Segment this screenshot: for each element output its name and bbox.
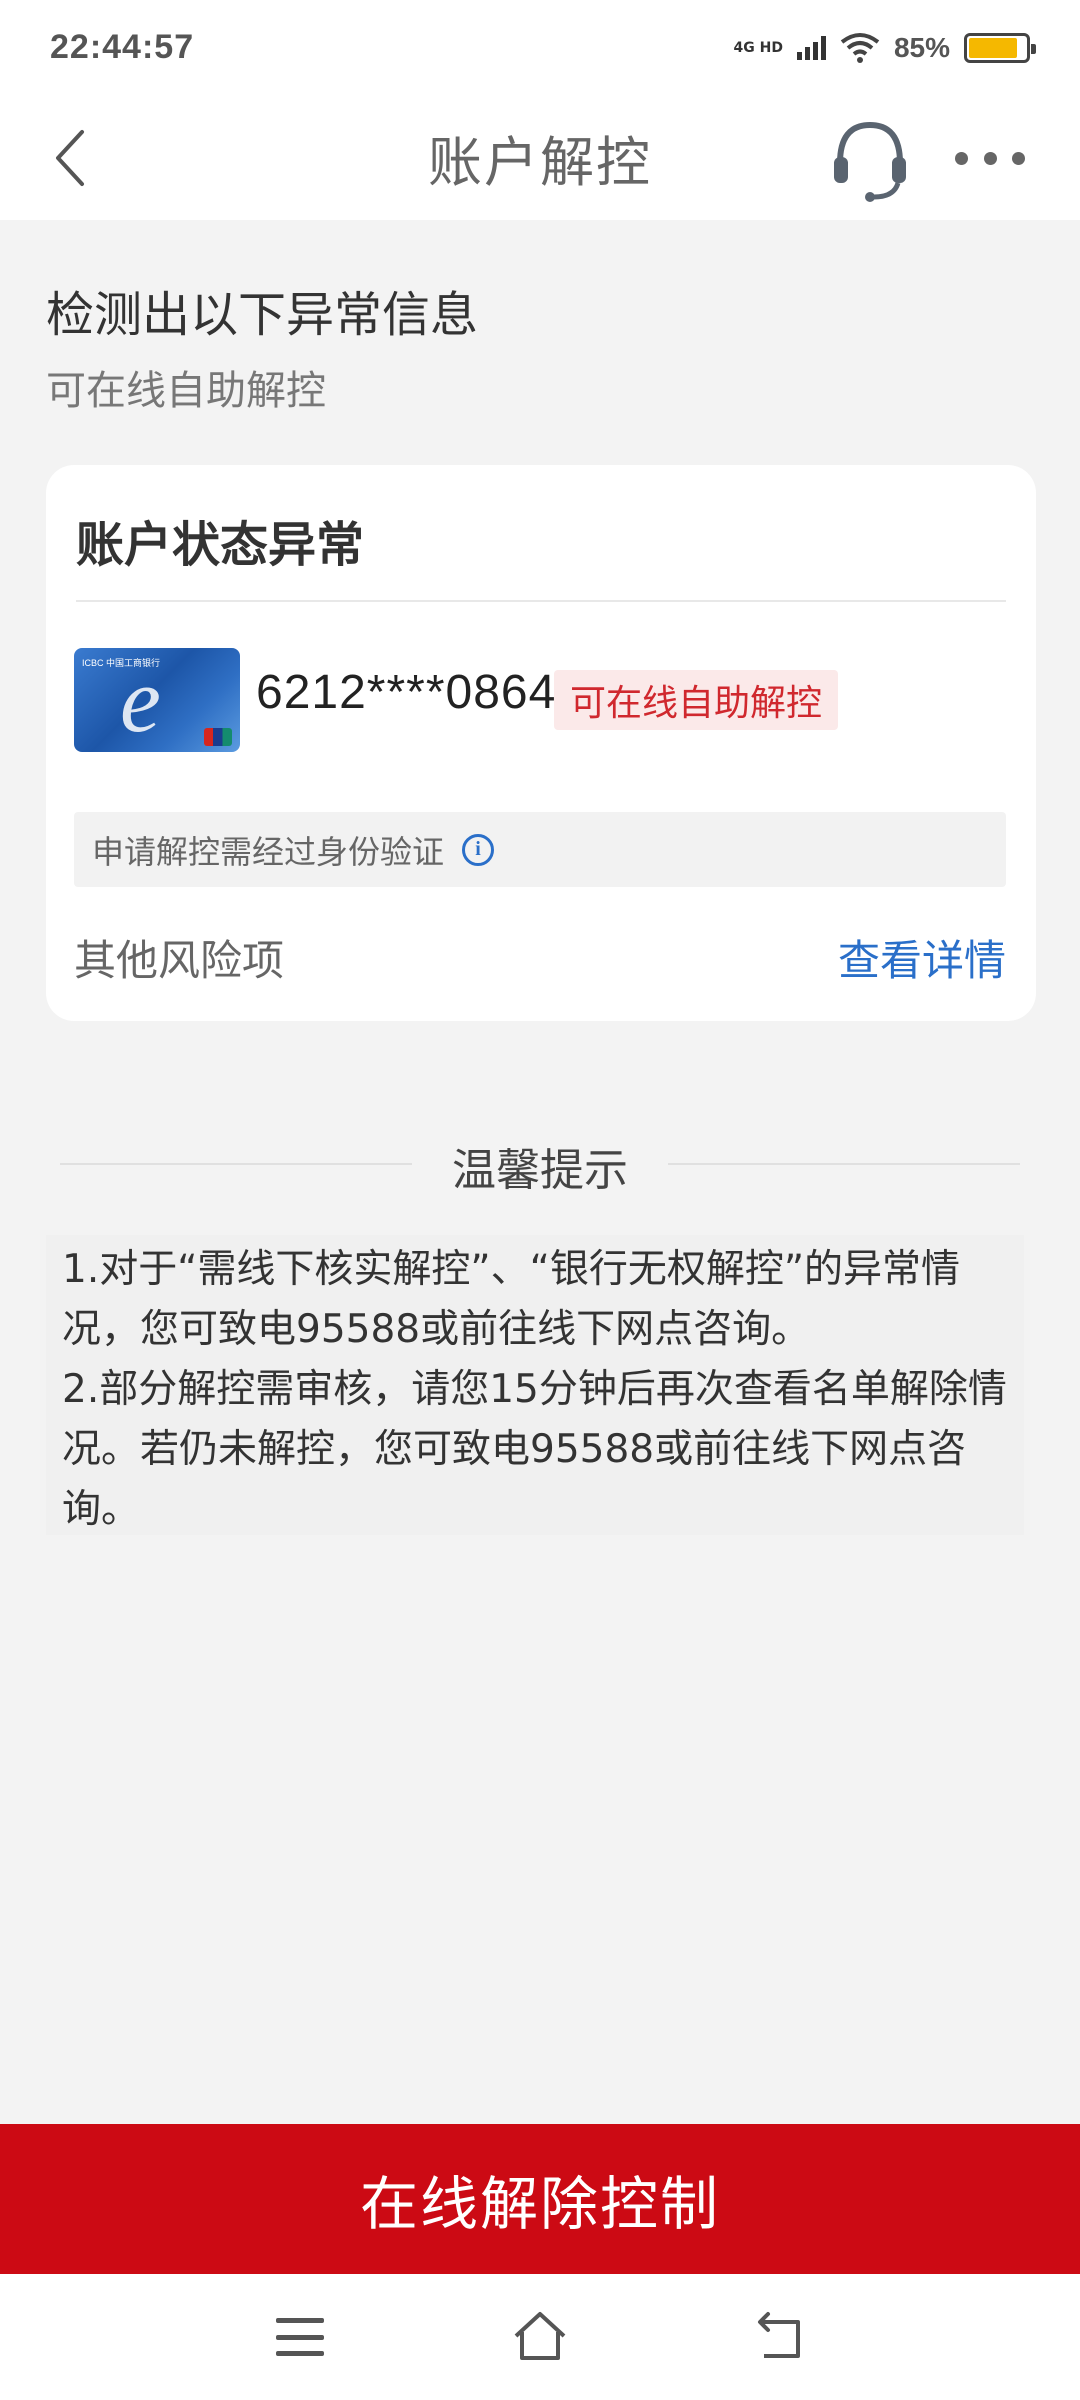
status-time: 22:44:57 xyxy=(50,28,195,66)
card-title: 账户状态异常 xyxy=(76,517,365,573)
tips-divider-left xyxy=(60,1163,412,1165)
card-e-graphic: e xyxy=(120,649,161,751)
home-icon[interactable] xyxy=(508,2304,572,2368)
more-dots-icon xyxy=(1012,151,1025,165)
battery-percent: 85% xyxy=(893,31,950,63)
view-detail-link[interactable]: 查看详情 xyxy=(838,927,1006,988)
network-label: 4G HD xyxy=(733,39,783,56)
system-nav-bar xyxy=(0,2274,1080,2400)
account-status-card: 账户状态异常 ICBC 中国工商银行 e 6212****0864 可在线自助解… xyxy=(46,465,1036,1021)
intro-title: 检测出以下异常信息 xyxy=(46,287,479,343)
tips-divider-right xyxy=(668,1163,1020,1165)
verify-note: 申请解控需经过身份验证 i xyxy=(74,812,1006,887)
info-icon[interactable]: i xyxy=(462,833,495,866)
more-dots-icon xyxy=(955,151,968,165)
tip-item: 2.部分解控需审核，请您15分钟后再次查看名单解除情况。若仍未解控，您可致电95… xyxy=(62,1367,1007,1532)
online-release-button[interactable]: 在线解除控制 xyxy=(0,2124,1080,2274)
back-button[interactable] xyxy=(40,123,100,193)
tips-title: 温馨提示 xyxy=(452,1145,628,1196)
status-icons: 4G HD 85% xyxy=(734,31,1036,64)
status-bar: 22:44:57 4G HD 85% xyxy=(0,0,1080,95)
verify-note-text: 申请解控需经过身份验证 xyxy=(92,832,445,871)
more-options-button[interactable] xyxy=(955,133,1025,183)
status-badge: 可在线自助解控 xyxy=(554,670,839,730)
back-icon[interactable] xyxy=(750,2304,814,2368)
menu-icon[interactable] xyxy=(276,2312,324,2362)
nav-bar: 账户解控 xyxy=(0,95,1080,220)
page: 22:44:57 4G HD 85% 账户解控 检测出以下异常信息 可在线自助解… xyxy=(0,0,1080,2400)
back-arrow-icon xyxy=(56,130,84,186)
other-risk-label: 其他风险项 xyxy=(74,936,285,985)
tip-item: 1.对于“需线下核实解控”、“银行无权解控”的异常情况，您可致电95588或前往… xyxy=(62,1247,961,1352)
wifi-icon xyxy=(840,32,880,63)
unionpay-icon xyxy=(204,728,232,746)
bank-card-image: ICBC 中国工商银行 e xyxy=(74,648,240,752)
customer-service-button[interactable] xyxy=(830,113,910,203)
signal-icon xyxy=(796,35,826,60)
battery-icon xyxy=(964,32,1036,63)
tips-content: 1.对于“需线下核实解控”、“银行无权解控”的异常情况，您可致电95588或前往… xyxy=(62,1240,1032,1540)
headset-icon xyxy=(834,121,906,202)
battery-fill xyxy=(969,37,1017,58)
card-divider xyxy=(76,600,1006,602)
more-dots-icon xyxy=(983,151,997,165)
intro-subtitle: 可在线自助解控 xyxy=(46,368,326,414)
account-number: 6212****0864 xyxy=(256,666,557,719)
page-title: 账户解控 xyxy=(428,131,652,194)
network-badge: 4G HD xyxy=(734,41,783,55)
